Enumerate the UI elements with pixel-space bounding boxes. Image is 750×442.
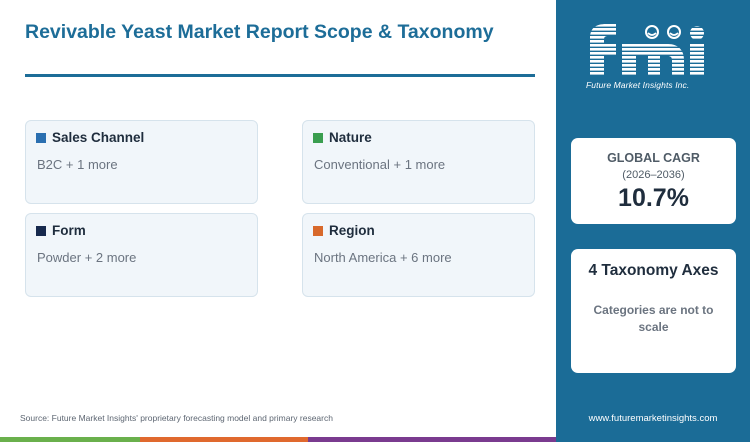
- side-panel: Future Market Insights Inc. GLOBAL CAGR …: [556, 0, 750, 442]
- title-divider: [25, 74, 535, 77]
- card-sales-channel: Sales Channel B2C + 1 more: [25, 120, 258, 204]
- cagr-box: GLOBAL CAGR (2026–2036) 10.7%: [571, 138, 736, 224]
- card-region: Region North America + 6 more: [302, 213, 535, 297]
- fmi-logo-mark-icon: [590, 24, 704, 76]
- card-header: Sales Channel: [36, 130, 144, 145]
- page-title: Revivable Yeast Market Report Scope & Ta…: [25, 21, 494, 43]
- card-value: Powder + 2 more: [37, 250, 137, 265]
- swatch-orange-icon: [313, 225, 323, 236]
- cagr-period: (2026–2036): [622, 169, 685, 181]
- card-title: Nature: [329, 130, 372, 145]
- bottom-color-bar: [0, 437, 556, 442]
- bar-segment-purple: [308, 437, 556, 442]
- cagr-label: GLOBAL CAGR: [607, 151, 700, 165]
- card-value: B2C + 1 more: [37, 157, 118, 172]
- card-header: Region: [313, 223, 375, 238]
- swatch-blue-icon: [36, 132, 46, 143]
- logo-tagline: Future Market Insights Inc.: [586, 80, 690, 90]
- taxonomy-title: 4 Taxonomy Axes: [588, 262, 719, 279]
- cagr-value: 10.7%: [618, 184, 689, 212]
- card-value: Conventional + 1 more: [314, 157, 446, 172]
- swatch-navy-icon: [36, 225, 46, 236]
- card-header: Nature: [313, 130, 372, 145]
- swatch-green-icon: [313, 132, 323, 143]
- card-nature: Nature Conventional + 1 more: [302, 120, 535, 204]
- fmi-logo: Future Market Insights Inc.: [584, 16, 724, 96]
- website-link[interactable]: www.futuremarketinsights.com: [556, 413, 750, 424]
- taxonomy-note: Categories are not to scale: [593, 303, 714, 335]
- card-value: North America + 6 more: [314, 250, 452, 265]
- card-title: Sales Channel: [52, 130, 145, 145]
- card-title: Form: [52, 223, 86, 238]
- taxonomy-box: 4 Taxonomy Axes Categories are not to sc…: [571, 249, 736, 373]
- source-note: Source: Future Market Insights' propriet…: [20, 413, 333, 423]
- card-header: Form: [36, 223, 86, 238]
- bar-segment-orange: [140, 437, 308, 442]
- main-panel: Revivable Yeast Market Report Scope & Ta…: [0, 0, 556, 442]
- bar-segment-green: [0, 437, 140, 442]
- card-form: Form Powder + 2 more: [25, 213, 258, 297]
- card-title: Region: [329, 223, 375, 238]
